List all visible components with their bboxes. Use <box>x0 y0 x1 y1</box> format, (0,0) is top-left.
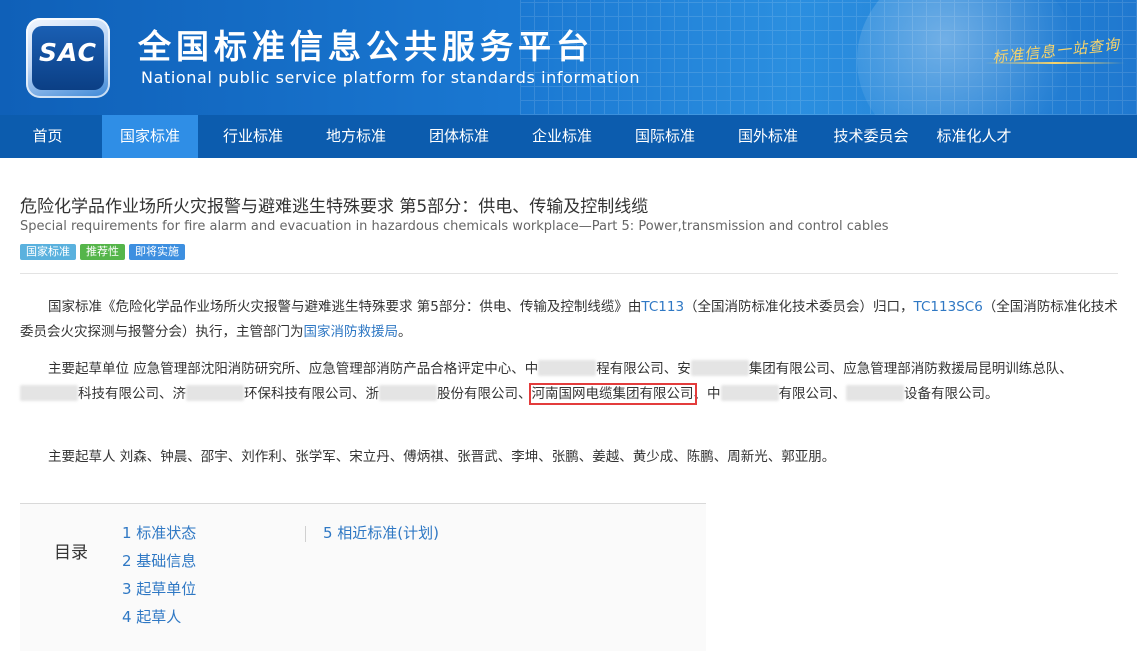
drafting-units-text: 科技有限公司、济 <box>78 386 186 402</box>
drafting-units-text: 环保科技有限公司、浙 <box>244 386 379 402</box>
drafters-names: 刘森、钟晨、邵宇、刘作利、张学军、宋立丹、傅炳祺、张晋武、李坤、张鹏、姜越、黄少… <box>119 449 836 465</box>
nav-national-standards[interactable]: 国家标准 <box>102 115 198 158</box>
tc-name: （全国消防标准化技术委员会）归口， <box>684 299 914 315</box>
logo-text: SAC <box>39 38 97 67</box>
toc-title: 目录 <box>54 543 88 563</box>
nav-technical-committees[interactable]: 技术委员会 <box>823 115 919 158</box>
nav-foreign-standards[interactable]: 国外标准 <box>720 115 816 158</box>
title-divider <box>20 273 1118 274</box>
drafting-units-text: 集团有限公司、应急管理部消防救援局昆明训练总队、 <box>748 361 1073 377</box>
site-title: 全国标准信息公共服务平台 <box>138 27 594 66</box>
toc-item-drafters[interactable]: 4 起草人 <box>122 606 181 627</box>
toc-item-status[interactable]: 1 标准状态 <box>122 522 196 543</box>
nav-group-standards[interactable]: 团体标准 <box>411 115 507 158</box>
badge-national-standard: 国家标准 <box>20 244 76 260</box>
table-of-contents: 目录 1 标准状态 2 基础信息 3 起草单位 4 起草人 5 相近标准(计划) <box>20 504 706 651</box>
drafting-units-text: 程有限公司、安 <box>596 361 691 377</box>
drafting-units-label: 主要起草单位 <box>48 361 129 377</box>
badge-group: 国家标准 推荐性 即将实施 <box>20 240 189 260</box>
redacted-text <box>379 385 437 401</box>
redacted-text <box>846 385 904 401</box>
redacted-text <box>186 385 244 401</box>
nav-enterprise-standards[interactable]: 企业标准 <box>514 115 610 158</box>
intro-paragraph: 国家标准《危险化学品作业场所火灾报警与避难逃生特殊要求 第5部分：供电、传输及控… <box>20 295 1118 345</box>
sc-link[interactable]: TC113SC6 <box>914 299 983 315</box>
nav-home[interactable]: 首页 <box>0 115 95 158</box>
dept-link[interactable]: 国家消防救援局 <box>304 324 399 340</box>
standard-title-zh: 危险化学品作业场所火灾报警与避难逃生特殊要求 第5部分：供电、传输及控制线缆 <box>20 197 649 217</box>
standard-title-en: Special requirements for fire alarm and … <box>20 219 889 234</box>
toc-item-similar-standards[interactable]: 5 相近标准(计划) <box>323 522 439 543</box>
nav-standardization-talent[interactable]: 标准化人才 <box>926 115 1022 158</box>
redacted-text <box>690 360 749 376</box>
drafting-units-text: 设备有限公司。 <box>904 386 999 402</box>
tc-link[interactable]: TC113 <box>641 299 684 315</box>
drafting-units-text: 有限公司、 <box>778 386 847 402</box>
toc-item-drafting-units[interactable]: 3 起草单位 <box>122 578 196 599</box>
badge-upcoming: 即将实施 <box>129 244 185 260</box>
drafting-units-text: 股份有限公司、 <box>437 386 532 402</box>
toc-item-basic-info[interactable]: 2 基础信息 <box>122 550 196 571</box>
redacted-text <box>720 385 779 401</box>
badge-recommended: 推荐性 <box>80 244 125 260</box>
slogan-underline <box>985 62 1125 64</box>
highlighted-unit: 河南国网电缆集团有限公司 <box>528 383 697 405</box>
redacted-text <box>538 360 597 376</box>
intro-suffix: 。 <box>398 324 412 340</box>
toc-column-divider <box>305 526 306 542</box>
redacted-text <box>20 385 78 401</box>
site-subtitle: National public service platform for sta… <box>141 68 641 87</box>
drafting-units-text: 、中 <box>693 386 721 402</box>
drafters-label: 主要起草人 <box>48 449 116 465</box>
nav-industry-standards[interactable]: 行业标准 <box>205 115 301 158</box>
drafting-units-text: 应急管理部沈阳消防研究所、应急管理部消防产品合格评定中心、中 <box>133 361 539 377</box>
drafters-paragraph: 主要起草人 刘森、钟晨、邵宇、刘作利、张学军、宋立丹、傅炳祺、张晋武、李坤、张鹏… <box>20 445 1118 470</box>
standard-detail: 危险化学品作业场所火灾报警与避难逃生特殊要求 第5部分：供电、传输及控制线缆 S… <box>0 158 1137 651</box>
nav-international-standards[interactable]: 国际标准 <box>617 115 713 158</box>
drafting-units-paragraph: 主要起草单位 应急管理部沈阳消防研究所、应急管理部消防产品合格评定中心、中 程有限… <box>20 357 1118 407</box>
sac-logo[interactable]: SAC <box>26 18 110 98</box>
nav-local-standards[interactable]: 地方标准 <box>308 115 404 158</box>
main-nav: 首页 国家标准 行业标准 地方标准 团体标准 企业标准 国际标准 国外标准 技术… <box>0 115 1137 158</box>
intro-prefix: 国家标准《危险化学品作业场所火灾报警与避难逃生特殊要求 第5部分：供电、传输及控… <box>48 299 642 315</box>
site-header: SAC 全国标准信息公共服务平台 National public service… <box>0 0 1137 115</box>
